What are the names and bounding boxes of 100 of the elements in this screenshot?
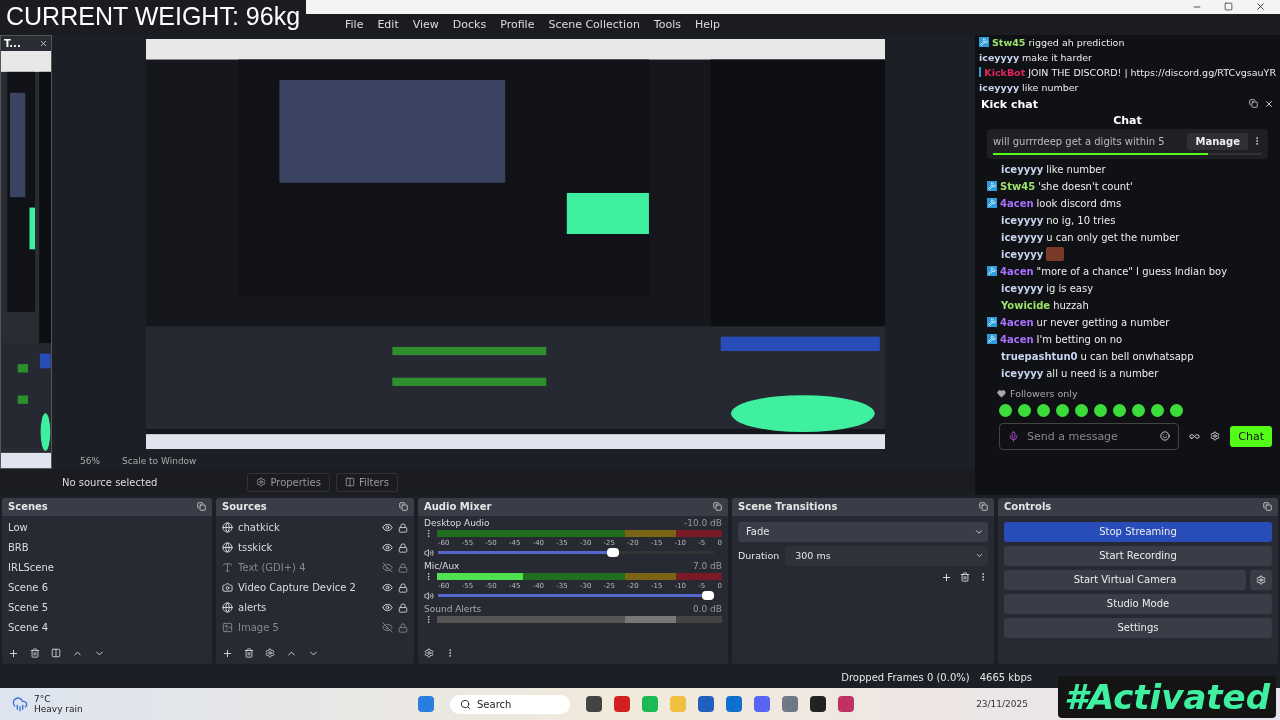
add-icon[interactable] [8, 647, 19, 659]
lock-icon[interactable] [398, 542, 408, 553]
scene-item[interactable]: BRB [8, 537, 206, 558]
close-icon[interactable] [1264, 99, 1274, 110]
emote-icon[interactable] [1037, 403, 1050, 417]
chat-message: "more of a chance" I guess Indian boy [1036, 264, 1228, 279]
emote-icon[interactable] [1170, 403, 1183, 417]
close-icon[interactable] [39, 38, 48, 48]
slider-thumb[interactable] [702, 591, 714, 601]
float-icon[interactable] [399, 502, 408, 512]
app-icon[interactable] [586, 696, 602, 713]
menu-item[interactable]: View [412, 17, 439, 31]
emoji-icon[interactable] [1160, 431, 1171, 442]
date: 23/11/2025 [976, 699, 1028, 710]
emote-icon[interactable] [1151, 403, 1164, 417]
properties-button[interactable]: Properties [247, 472, 330, 492]
add-icon[interactable] [941, 571, 952, 583]
menu-item[interactable]: Profile [500, 17, 535, 31]
channel-reading: -10.0 dB [683, 517, 722, 528]
globe-icon [222, 522, 233, 534]
more-icon[interactable] [424, 571, 433, 581]
emote-icon[interactable] [1075, 403, 1088, 417]
control-button[interactable]: Start Recording [1004, 545, 1272, 566]
maximize-icon[interactable] [1224, 2, 1233, 12]
menu-item[interactable]: Help [694, 17, 721, 31]
eye-icon[interactable] [382, 542, 393, 554]
eye-off-icon[interactable] [382, 622, 393, 634]
image-icon [222, 622, 233, 634]
close-icon[interactable] [1255, 1, 1266, 13]
control-button[interactable]: Studio Mode [1004, 593, 1272, 614]
settings-button[interactable] [1250, 569, 1272, 590]
float-icon[interactable] [979, 502, 988, 512]
app-icon[interactable] [810, 696, 826, 713]
message-field[interactable]: Send a message [1025, 428, 1155, 444]
trash-icon[interactable] [30, 648, 40, 659]
control-button[interactable]: Stop Streaming [1004, 521, 1272, 542]
lock-icon[interactable] [398, 622, 408, 633]
source-item[interactable]: tsskick [238, 542, 377, 554]
float-icon[interactable] [197, 502, 206, 512]
source-item[interactable]: Video Capture Device 2 [238, 582, 377, 594]
trash-icon[interactable] [960, 571, 970, 582]
lock-icon[interactable] [398, 602, 408, 613]
eye-icon[interactable] [382, 522, 393, 534]
filters-button[interactable]: Filters [335, 472, 398, 492]
menu-item[interactable]: Edit [377, 17, 399, 31]
more-icon[interactable] [424, 528, 433, 538]
scene-item[interactable]: Scene 5 [8, 597, 206, 618]
menu-item[interactable]: Docks [452, 17, 487, 31]
duration-field[interactable]: 300 ms [785, 545, 988, 566]
add-icon[interactable] [222, 647, 233, 659]
lock-icon[interactable] [398, 522, 408, 533]
message-box[interactable]: Send a message [999, 422, 1180, 450]
emote-icon[interactable] [1094, 403, 1107, 417]
lock-icon[interactable] [398, 562, 408, 573]
overlay-tag-text: #Activated [1058, 676, 1276, 718]
more-icon[interactable] [424, 614, 433, 624]
settings-icon[interactable] [1210, 431, 1221, 442]
speaker-icon[interactable] [424, 547, 434, 558]
emote-icon[interactable] [1132, 403, 1145, 417]
search-field[interactable]: Search [450, 694, 570, 714]
transition-select[interactable]: Fade [738, 521, 988, 542]
float-icon[interactable] [1249, 99, 1258, 109]
control-button[interactable]: Start Virtual Camera [1004, 569, 1246, 590]
source-item[interactable]: Image 5 [238, 622, 377, 634]
menu-item[interactable]: Scene Collection [548, 17, 640, 31]
control-button[interactable]: Settings [1004, 617, 1272, 638]
eye-icon[interactable] [382, 582, 393, 594]
scene-item[interactable]: Low [8, 517, 206, 538]
slider-thumb[interactable] [606, 548, 619, 558]
settings-icon[interactable] [265, 648, 275, 659]
chat-send-button[interactable]: Chat [1230, 425, 1272, 447]
menu-item[interactable]: Tools [653, 17, 681, 31]
source-item[interactable]: chatkick [238, 522, 377, 534]
emote-icon[interactable] [1113, 403, 1126, 417]
microphone-icon[interactable] [1008, 430, 1019, 442]
scene-item[interactable]: Scene 6 [8, 577, 206, 598]
eye-off-icon[interactable] [382, 562, 393, 574]
chat-username: Stw45 [992, 35, 1026, 50]
eye-icon[interactable] [382, 602, 393, 614]
manage-button[interactable]: Manage [1187, 132, 1248, 150]
trash-icon[interactable] [244, 648, 254, 659]
float-icon[interactable] [1263, 502, 1272, 512]
scene-item[interactable]: Scene 4 [8, 617, 206, 638]
start-icon[interactable] [418, 696, 434, 713]
source-item[interactable]: Text (GDI+) 4 [238, 562, 377, 574]
emote-icon[interactable] [1056, 403, 1069, 417]
scene-item[interactable]: IRLScene [8, 557, 206, 578]
settings-icon[interactable] [424, 648, 434, 659]
lock-icon[interactable] [398, 582, 408, 593]
scale-mode[interactable]: Scale to Window [122, 456, 197, 467]
emote-icon[interactable] [999, 403, 1012, 417]
menu-item[interactable]: File [345, 17, 364, 31]
channel-reading: 7.0 dB [692, 560, 722, 571]
emote-icon[interactable] [1018, 403, 1031, 417]
speaker-icon[interactable] [424, 590, 434, 601]
source-item[interactable]: alerts [238, 602, 377, 614]
weather-label: Heavy rain [34, 704, 83, 715]
filter-icon[interactable] [51, 648, 61, 659]
float-icon[interactable] [713, 502, 722, 512]
globe-icon [222, 602, 233, 614]
